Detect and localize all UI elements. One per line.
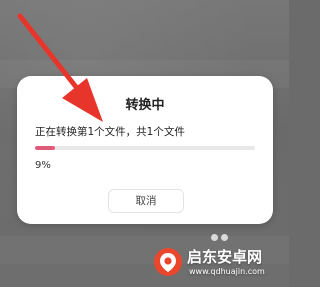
watermark-brand: 启东安卓网: [187, 248, 263, 266]
watermark: 启东安卓网 www.qdhuajin.com: [153, 245, 285, 281]
watermark-logo-icon: [154, 248, 182, 276]
red-arrow-icon: [17, 13, 103, 122]
watermark-url: www.qdhuajin.com: [189, 267, 265, 276]
